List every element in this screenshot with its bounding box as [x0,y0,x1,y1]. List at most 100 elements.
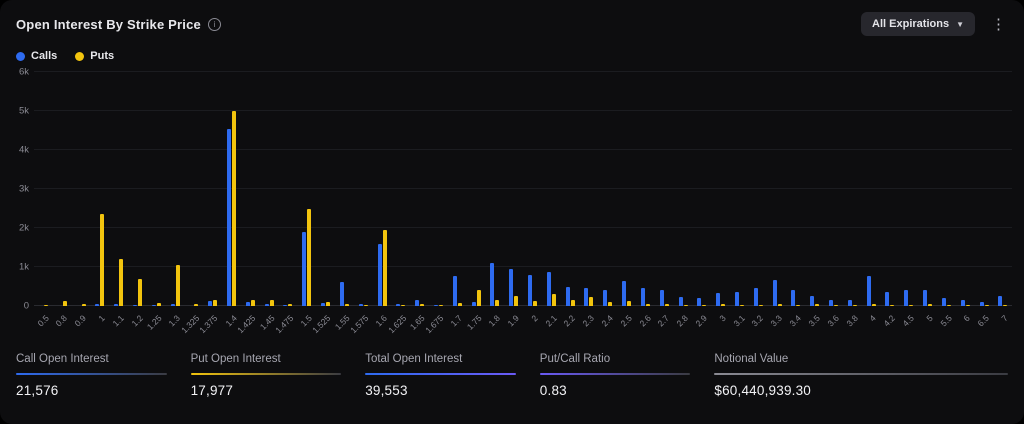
calls-bar [547,272,551,306]
bar-group-2.5[interactable] [617,72,636,306]
bar-group-5[interactable] [918,72,937,306]
bar-group-1.375[interactable] [203,72,222,306]
bar-group-1.425[interactable] [241,72,260,306]
bar-group-0.9[interactable] [72,72,91,306]
bar-group-3.8[interactable] [843,72,862,306]
expirations-dropdown[interactable]: All Expirations ▼ [861,12,975,36]
x-axis: 0.50.80.911.11.21.251.31.3251.3751.41.42… [34,309,1012,343]
bar-group-3.6[interactable] [824,72,843,306]
bar-group-0.5[interactable] [34,72,53,306]
bar-group-1.65[interactable] [410,72,429,306]
calls-bar [95,304,99,306]
bar-group-2.2[interactable] [561,72,580,306]
calls-bar [904,290,908,306]
bar-group-5.5[interactable] [937,72,956,306]
bar-group-4.2[interactable] [881,72,900,306]
legend-item-calls[interactable]: Calls [16,50,57,62]
bar-group-2.7[interactable] [655,72,674,306]
puts-bar [552,294,556,306]
page-title: Open Interest By Strike Price [16,17,201,32]
calls-bar [848,300,852,306]
puts-bar [796,305,800,307]
x-axis-label: 2.3 [581,313,596,328]
calls-dot-icon [16,52,25,61]
bar-group-3.2[interactable] [749,72,768,306]
y-axis-tick: 0 [24,301,29,312]
bar-group-1.2[interactable] [128,72,147,306]
stat-accent-underline [540,373,691,375]
bar-group-0.8[interactable] [53,72,72,306]
kebab-menu-icon[interactable]: ⋮ [987,15,1010,34]
bar-group-1.525[interactable] [316,72,335,306]
bar-group-3.4[interactable] [787,72,806,306]
puts-bar [477,290,481,306]
calls-bar [697,298,701,306]
stat-notional-value: Notional Value$60,440,939.30 [714,353,1008,398]
bar-group-1.1[interactable] [109,72,128,306]
stat-put-open-interest: Put Open Interest17,977 [191,353,342,398]
bar-group-1.55[interactable] [335,72,354,306]
x-axis-label: 2.2 [562,313,577,328]
bar-group-1.6[interactable] [373,72,392,306]
x-axis-label: 4 [868,313,878,323]
bar-group-1.75[interactable] [467,72,486,306]
puts-bar [947,305,951,307]
bar-group-1.675[interactable] [429,72,448,306]
calls-bar [378,244,382,306]
bar-group-1.7[interactable] [448,72,467,306]
bar-group-2[interactable] [523,72,542,306]
puts-bar [213,300,217,306]
info-icon[interactable]: i [208,18,221,31]
bar-group-4.5[interactable] [899,72,918,306]
legend-item-puts[interactable]: Puts [75,50,114,62]
stat-accent-underline [191,373,342,375]
stat-accent-underline [365,373,516,375]
bar-group-1.575[interactable] [354,72,373,306]
bar-group-2.3[interactable] [580,72,599,306]
bar-group-1.8[interactable] [486,72,505,306]
bar-group-3.3[interactable] [768,72,787,306]
calls-bar [152,305,156,307]
x-axis-label: 6 [962,313,972,323]
calls-bar [942,298,946,306]
bar-group-3.1[interactable] [730,72,749,306]
puts-bar [458,303,462,306]
bar-group-1.3[interactable] [166,72,185,306]
bar-group-1.9[interactable] [504,72,523,306]
puts-bar [401,305,405,307]
expirations-dropdown-label: All Expirations [872,18,949,30]
bar-group-1.25[interactable] [147,72,166,306]
x-axis-label: 2.6 [637,313,652,328]
bar-group-1.5[interactable] [297,72,316,306]
stat-value: 39,553 [365,383,516,398]
stat-label: Notional Value [714,353,1008,373]
calls-bar [396,304,400,306]
stat-put-call-ratio: Put/Call Ratio0.83 [540,353,691,398]
bar-group-1.45[interactable] [260,72,279,306]
puts-bar [759,305,763,307]
stat-total-open-interest: Total Open Interest39,553 [365,353,516,398]
bar-group-1.625[interactable] [391,72,410,306]
calls-bar [246,302,250,306]
bar-group-2.8[interactable] [674,72,693,306]
bar-group-7[interactable] [993,72,1012,306]
stats-row: Call Open Interest21,576Put Open Interes… [0,343,1024,398]
bar-group-6.5[interactable] [975,72,994,306]
bar-group-2.6[interactable] [636,72,655,306]
bar-group-1[interactable] [90,72,109,306]
bar-group-3.5[interactable] [805,72,824,306]
bar-group-3[interactable] [711,72,730,306]
calls-bar [791,290,795,306]
bar-group-2.4[interactable] [598,72,617,306]
bar-group-1.475[interactable] [279,72,298,306]
bar-group-1.325[interactable] [185,72,204,306]
bar-group-2.9[interactable] [692,72,711,306]
puts-bar [44,305,48,307]
puts-bar [82,304,86,306]
bar-group-4[interactable] [862,72,881,306]
bar-group-1.4[interactable] [222,72,241,306]
bar-group-2.1[interactable] [542,72,561,306]
puts-bar [721,304,725,306]
puts-bar [63,301,67,306]
bar-group-6[interactable] [956,72,975,306]
